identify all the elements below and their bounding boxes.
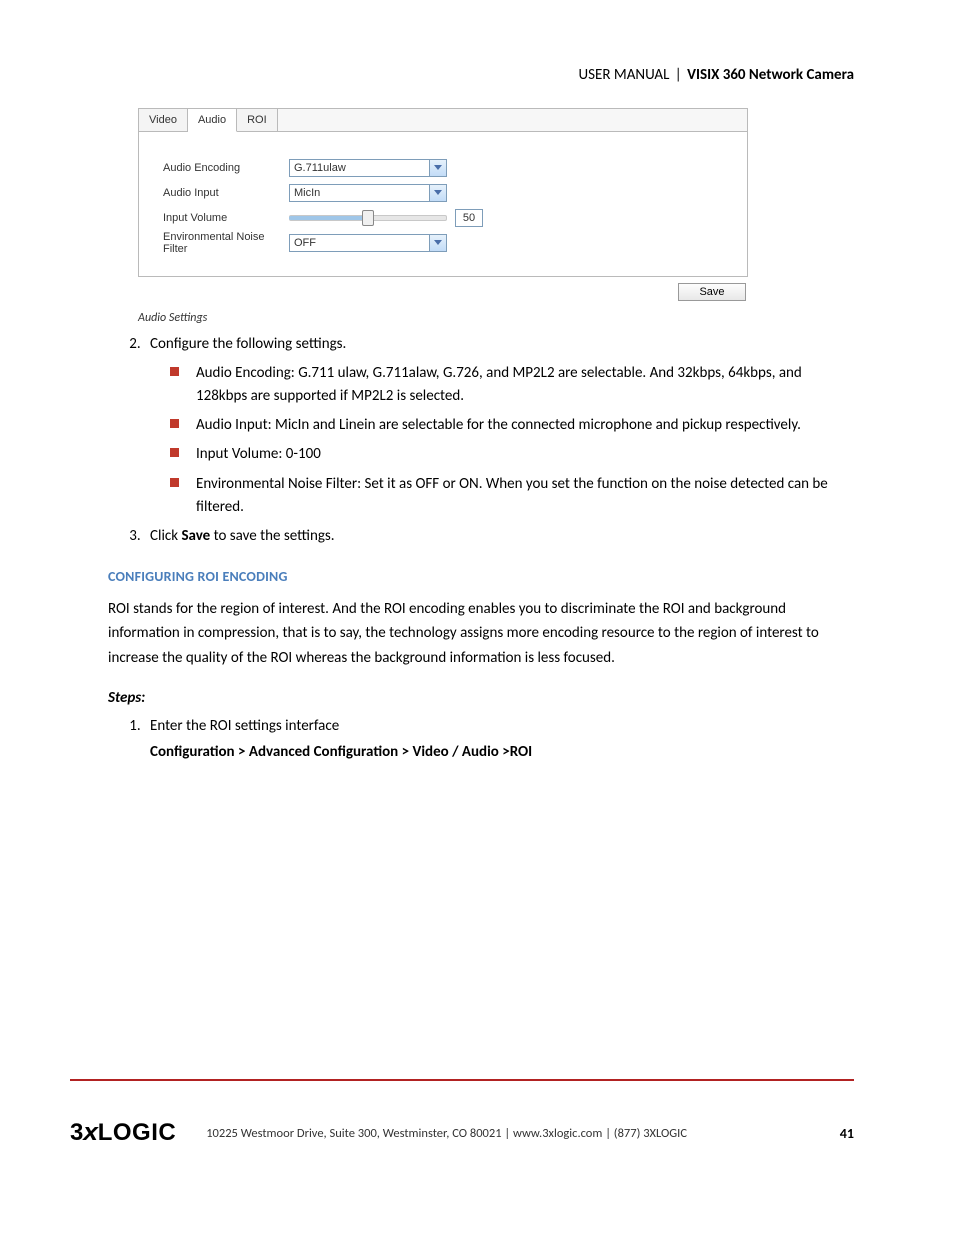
page-number: 41 [840,1125,854,1142]
header-left: USER MANUAL [579,66,670,84]
instruction-list: Configure the following settings. Audio … [118,333,854,548]
panel-body: Audio Encoding G.711ulaw Audio Input Mic… [139,132,747,276]
label-env-noise: Environmental Noise Filter [163,231,289,255]
save-row: Save [138,283,746,301]
tab-roi[interactable]: ROI [237,109,278,131]
bullet-list: Audio Encoding: G.711 ulaw, G.711alaw, G… [150,362,854,520]
logo-3xlogic: 3xLOGIC [70,1119,176,1147]
label-audio-input: Audio Input [163,187,289,199]
row-audio-input: Audio Input MicIn [163,181,733,205]
dropdown-env-noise-value: OFF [290,237,429,249]
input-volume-value[interactable]: 50 [455,209,483,227]
bullet-audio-encoding: Audio Encoding: G.711 ulaw, G.711alaw, G… [170,362,854,409]
slider-input-volume[interactable] [289,209,447,227]
dropdown-audio-encoding-value: G.711ulaw [290,162,429,174]
tab-video[interactable]: Video [139,109,188,131]
bullet-audio-input: Audio Input: MicIn and Linein are select… [170,414,854,437]
list-item: Enter the ROI settings interface Configu… [144,715,854,764]
list-item-3-a: Click [150,527,181,545]
steps-list: Enter the ROI settings interface Configu… [118,715,854,764]
list-item-2-text: Configure the following settings. [150,335,346,353]
page-footer: 3xLOGIC 10225 Westmoor Drive, Suite 300,… [70,1079,854,1147]
step-1-text: Enter the ROI settings interface [150,717,339,735]
list-item-3-b: Save [181,527,210,545]
label-audio-encoding: Audio Encoding [163,162,289,174]
list-item: Configure the following settings. Audio … [144,333,854,519]
header-product: VISIX 360 Network Camera [687,66,854,84]
row-input-volume: Input Volume 50 [163,206,733,230]
header-separator: | [675,66,682,84]
list-item: Click Save to save the settings. [144,525,854,548]
list-item-3-c: to save the settings. [210,527,334,545]
chevron-down-icon [429,235,446,251]
dropdown-audio-input[interactable]: MicIn [289,184,447,202]
audio-settings-panel: Video Audio ROI Audio Encoding G.711ulaw… [138,108,748,277]
chevron-down-icon [429,185,446,201]
bullet-env-noise: Environmental Noise Filter: Set it as OF… [170,473,854,520]
dropdown-audio-encoding[interactable]: G.711ulaw [289,159,447,177]
chevron-down-icon [429,160,446,176]
roi-paragraph: ROI stands for the region of interest. A… [108,597,854,671]
page-header: USER MANUAL | VISIX 360 Network Camera [108,66,854,84]
save-button[interactable]: Save [678,283,746,301]
section-title-roi: CONFIGURING ROI ENCODING [108,568,854,585]
steps-label: Steps: [108,689,854,707]
dropdown-env-noise[interactable]: OFF [289,234,447,252]
bullet-input-volume: Input Volume: 0-100 [170,443,854,466]
label-input-volume: Input Volume [163,212,289,224]
footer-address: 10225 Westmoor Drive, Suite 300, Westmin… [206,1126,812,1141]
dropdown-audio-input-value: MicIn [290,187,429,199]
tab-audio[interactable]: Audio [188,109,237,132]
slider-thumb[interactable] [362,210,374,226]
row-audio-encoding: Audio Encoding G.711ulaw [163,156,733,180]
tab-bar: Video Audio ROI [139,109,747,132]
figure-caption: Audio Settings [138,311,854,325]
row-env-noise: Environmental Noise Filter OFF [163,231,733,255]
config-path: Configuration > Advanced Configuration >… [150,741,854,764]
